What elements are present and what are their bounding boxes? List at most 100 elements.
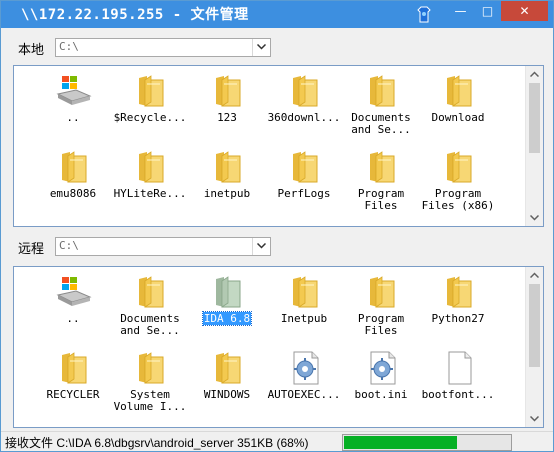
file-item[interactable]: Program Files (x86) xyxy=(419,148,497,218)
maximize-icon: □ xyxy=(481,4,494,18)
blank-file-icon xyxy=(441,349,477,387)
minimize-icon: — xyxy=(454,4,467,18)
file-item-label: Documents and Se... xyxy=(351,111,411,136)
file-item-label: Documents and Se... xyxy=(120,312,180,337)
folder-icon xyxy=(287,72,323,110)
file-item[interactable]: 360downl... xyxy=(265,72,343,142)
transfer-progress-bar xyxy=(342,434,512,451)
file-item[interactable]: Inetpub xyxy=(265,273,343,343)
folder-icon xyxy=(133,273,169,311)
status-text: 接收文件 C:\IDA 6.8\dbgsrv\android_server 35… xyxy=(5,436,309,450)
file-item[interactable]: bootfont... xyxy=(419,349,497,419)
local-scrollbar[interactable] xyxy=(525,66,543,226)
folder-icon xyxy=(364,273,400,311)
settings-file-icon xyxy=(287,349,323,387)
file-item[interactable]: 123 xyxy=(188,72,266,142)
file-item[interactable]: WINDOWS xyxy=(188,349,266,419)
status-bar: 接收文件 C:\IDA 6.8\dbgsrv\android_server 35… xyxy=(1,431,553,451)
remote-path-text: C:\ xyxy=(59,239,79,252)
close-button[interactable]: ✕ xyxy=(501,1,548,21)
file-item-label: Download xyxy=(431,111,485,124)
drive-up-icon xyxy=(56,273,92,311)
file-item[interactable]: Documents and Se... xyxy=(342,72,420,142)
scroll-up-icon[interactable] xyxy=(530,71,539,77)
file-item-label: Program Files xyxy=(357,312,405,337)
app-icon xyxy=(417,6,431,23)
file-item-label: RECYCLER xyxy=(46,388,100,401)
local-label: 本地 xyxy=(18,43,45,58)
file-item[interactable]: AUTOEXEC... xyxy=(265,349,343,419)
file-item[interactable]: boot.ini xyxy=(342,349,420,419)
file-manager-window: \\172.22.195.255 - 文件管理 — □ ✕ 本地 C:\ .. $… xyxy=(0,0,554,452)
folder-icon xyxy=(441,148,477,186)
folder-icon xyxy=(210,72,246,110)
file-item[interactable]: RECYCLER xyxy=(34,349,112,419)
file-item[interactable]: HYLiteRe... xyxy=(111,148,189,218)
remote-path-combo[interactable]: C:\ xyxy=(55,237,271,256)
remote-label: 远程 xyxy=(18,242,45,257)
file-item-label: inetpub xyxy=(203,187,251,200)
file-item[interactable]: System Volume I... xyxy=(111,349,189,419)
folder-icon xyxy=(287,148,323,186)
folder-icon xyxy=(364,148,400,186)
folder-icon xyxy=(287,273,323,311)
file-item-label: $Recycle... xyxy=(113,111,187,124)
file-item[interactable]: .. xyxy=(34,273,112,343)
folder-icon xyxy=(364,72,400,110)
file-item-label: emu8086 xyxy=(49,187,97,200)
chevron-down-icon[interactable] xyxy=(252,238,270,255)
window-title: \\172.22.195.255 - 文件管理 xyxy=(21,7,249,23)
file-item[interactable]: Program Files xyxy=(342,148,420,218)
file-item[interactable]: PerfLogs xyxy=(265,148,343,218)
file-item-label: Program Files xyxy=(357,187,405,212)
file-item[interactable]: IDA 6.8 xyxy=(188,273,266,343)
folder-icon xyxy=(441,273,477,311)
file-item-label: boot.ini xyxy=(354,388,408,401)
local-file-list[interactable]: .. $Recycle... 123 360downl... Documents and… xyxy=(13,65,544,227)
scroll-down-icon[interactable] xyxy=(530,416,539,422)
folder-icon xyxy=(56,148,92,186)
file-item-label: .. xyxy=(66,111,80,124)
folder-icon xyxy=(56,349,92,387)
folder-icon xyxy=(210,349,246,387)
file-item[interactable]: inetpub xyxy=(188,148,266,218)
file-item-label: PerfLogs xyxy=(277,187,331,200)
file-item[interactable]: .. xyxy=(34,72,112,142)
local-path-combo[interactable]: C:\ xyxy=(55,38,271,57)
file-item-label: IDA 6.8 xyxy=(201,311,253,326)
folder-icon xyxy=(133,148,169,186)
file-item-label: 123 xyxy=(217,111,237,124)
folder-icon xyxy=(133,349,169,387)
folder-icon xyxy=(133,72,169,110)
file-item[interactable]: Documents and Se... xyxy=(111,273,189,343)
file-item[interactable]: emu8086 xyxy=(34,148,112,218)
file-item-label: 360downl... xyxy=(267,111,341,124)
remote-file-list[interactable]: .. Documents and Se... IDA 6.8 Inetpub Progr… xyxy=(13,266,544,428)
file-item-label: Inetpub xyxy=(280,312,328,325)
file-item[interactable]: $Recycle... xyxy=(111,72,189,142)
progress-fill xyxy=(344,436,457,449)
file-item-label: bootfont... xyxy=(421,388,495,401)
file-item[interactable]: Program Files xyxy=(342,273,420,343)
file-item[interactable]: Python27 xyxy=(419,273,497,343)
folder-selected-icon xyxy=(210,273,246,311)
maximize-button[interactable]: □ xyxy=(474,1,501,21)
file-item-label: AUTOEXEC... xyxy=(267,388,341,401)
file-item-label: Python27 xyxy=(431,312,485,325)
settings-file-icon xyxy=(364,349,400,387)
remote-scroll-thumb[interactable] xyxy=(529,284,540,367)
file-item-label: WINDOWS xyxy=(203,388,251,401)
minimize-button[interactable]: — xyxy=(447,1,474,21)
file-item[interactable]: Download xyxy=(419,72,497,142)
local-scroll-thumb[interactable] xyxy=(529,83,540,153)
file-item-label: .. xyxy=(66,312,80,325)
drive-up-icon xyxy=(56,72,92,110)
remote-scrollbar[interactable] xyxy=(525,267,543,427)
scroll-up-icon[interactable] xyxy=(530,272,539,278)
chevron-down-icon[interactable] xyxy=(252,39,270,56)
title-bar[interactable]: \\172.22.195.255 - 文件管理 — □ ✕ xyxy=(1,1,553,28)
file-item-label: HYLiteRe... xyxy=(113,187,187,200)
close-icon: ✕ xyxy=(519,4,530,18)
file-item-label: System Volume I... xyxy=(113,388,187,413)
scroll-down-icon[interactable] xyxy=(530,215,539,221)
